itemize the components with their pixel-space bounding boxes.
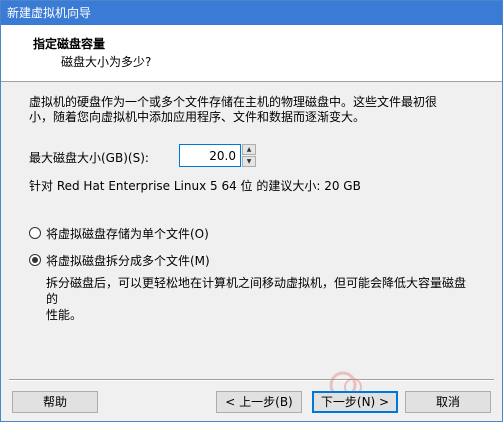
split-desc-line-1: 拆分磁盘后，可以更轻松地在计算机之间移动虚拟机，但可能会降低大容量磁盘的: [46, 276, 467, 306]
split-disk-description: 拆分磁盘后，可以更轻松地在计算机之间移动虚拟机，但可能会降低大容量磁盘的 性能。: [46, 275, 466, 323]
max-disk-size-label: 最大磁盘大小(GB)(S):: [29, 151, 149, 165]
page-title: 指定磁盘容量: [33, 37, 106, 51]
single-file-label[interactable]: 将虚拟磁盘存储为单个文件(O): [46, 225, 209, 242]
multiple-files-option[interactable]: 将虚拟磁盘拆分成多个文件(M): [29, 252, 210, 268]
new-vm-wizard-window: 新建虚拟机向导 指定磁盘容量 磁盘大小为多少? 虚拟机的硬盘作为一个或多个文件存…: [0, 0, 503, 422]
single-file-radio[interactable]: [29, 227, 41, 239]
multiple-files-label[interactable]: 将虚拟磁盘拆分成多个文件(M): [46, 252, 210, 269]
disk-description-line-1: 虚拟机的硬盘作为一个或多个文件存储在主机的物理磁盘中。这些文件最初很: [29, 95, 438, 109]
spin-down-button[interactable]: ▼: [242, 156, 256, 167]
triangle-up-icon: ▲: [246, 146, 252, 153]
disk-size-input[interactable]: [179, 144, 241, 167]
triangle-down-icon: ▼: [246, 158, 252, 165]
help-button[interactable]: 帮助: [12, 391, 98, 413]
multiple-files-radio[interactable]: [29, 254, 41, 266]
recommended-size-text: 针对 Red Hat Enterprise Linux 5 64 位 的建议大小…: [29, 179, 361, 193]
next-button[interactable]: 下一步(N) >: [312, 391, 398, 413]
disk-size-spinner: ▲ ▼: [179, 144, 257, 167]
cancel-button[interactable]: 取消: [405, 391, 491, 413]
spin-up-button[interactable]: ▲: [242, 144, 256, 155]
disk-description: 虚拟机的硬盘作为一个或多个文件存储在主机的物理磁盘中。这些文件最初很 小，随着您…: [29, 95, 469, 125]
back-button[interactable]: < 上一步(B): [216, 391, 302, 413]
footer-separator: [9, 379, 494, 381]
page-subtitle: 磁盘大小为多少?: [61, 55, 152, 69]
window-title: 新建虚拟机向导: [1, 1, 502, 25]
single-file-option[interactable]: 将虚拟磁盘存储为单个文件(O): [29, 225, 209, 241]
wizard-header: 指定磁盘容量 磁盘大小为多少?: [1, 25, 502, 82]
disk-description-line-2: 小，随着您向虚拟机中添加应用程序、文件和数据而逐渐变大。: [29, 110, 366, 124]
split-desc-line-2: 性能。: [46, 308, 83, 322]
